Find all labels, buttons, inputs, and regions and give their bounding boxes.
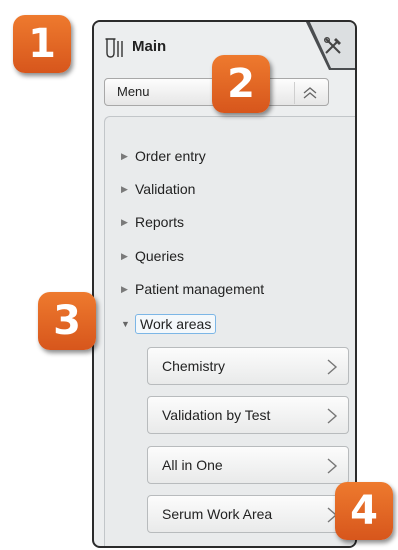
work-area-label: Validation by Test bbox=[162, 407, 271, 423]
tree-item-order-entry[interactable]: ▶ Order entry bbox=[121, 144, 206, 168]
tools-button[interactable] bbox=[311, 24, 355, 68]
work-area-label: All in One bbox=[162, 457, 223, 473]
triangle-right-icon: ▶ bbox=[121, 183, 128, 194]
tree-item-label: Queries bbox=[135, 248, 185, 264]
flask-icon bbox=[105, 38, 123, 58]
chevron-right-icon bbox=[327, 458, 338, 474]
tools-icon bbox=[324, 37, 341, 54]
callout-badge-1: 1 bbox=[13, 15, 71, 73]
tree-item-queries[interactable]: ▶ Queries bbox=[121, 244, 184, 268]
chevron-up-icon bbox=[303, 87, 317, 99]
tree-item-label: Patient management bbox=[135, 281, 265, 297]
panel-title: Main bbox=[132, 38, 167, 55]
tree-item-validation[interactable]: ▶ Validation bbox=[121, 177, 195, 201]
tree-item-label: Order entry bbox=[135, 148, 206, 164]
menu-label: Menu bbox=[117, 84, 150, 99]
triangle-down-icon: ▼ bbox=[121, 319, 130, 329]
chevron-right-icon bbox=[327, 359, 338, 375]
work-area-label: Serum Work Area bbox=[162, 506, 273, 522]
callout-badge-2: 2 bbox=[212, 55, 270, 113]
triangle-right-icon: ▶ bbox=[121, 216, 128, 227]
tree-item-label: Reports bbox=[135, 214, 185, 230]
tree-item-label: Validation bbox=[135, 181, 196, 197]
collapse-button[interactable] bbox=[294, 82, 325, 104]
work-area-chemistry-button[interactable]: Chemistry bbox=[147, 347, 349, 385]
triangle-right-icon: ▶ bbox=[121, 250, 128, 261]
navigation-tree: ▶ Order entry ▶ Validation ▶ Reports ▶ Q… bbox=[104, 116, 355, 546]
tree-item-work-areas[interactable]: ▼ Work areas bbox=[121, 312, 217, 336]
callout-badge-4: 4 bbox=[335, 482, 393, 540]
work-area-all-in-one-button[interactable]: All in One bbox=[147, 446, 349, 484]
chevron-right-icon bbox=[327, 408, 338, 424]
triangle-right-icon: ▶ bbox=[121, 150, 128, 161]
triangle-right-icon: ▶ bbox=[121, 283, 128, 294]
work-area-serum-button[interactable]: Serum Work Area bbox=[147, 495, 349, 533]
callout-badge-3: 3 bbox=[38, 292, 96, 350]
work-area-validation-by-test-button[interactable]: Validation by Test bbox=[147, 396, 349, 434]
work-area-label: Chemistry bbox=[162, 358, 226, 374]
tree-item-patient-management[interactable]: ▶ Patient management bbox=[121, 277, 264, 301]
tree-item-label: Work areas bbox=[135, 314, 217, 334]
tree-item-reports[interactable]: ▶ Reports bbox=[121, 210, 184, 234]
